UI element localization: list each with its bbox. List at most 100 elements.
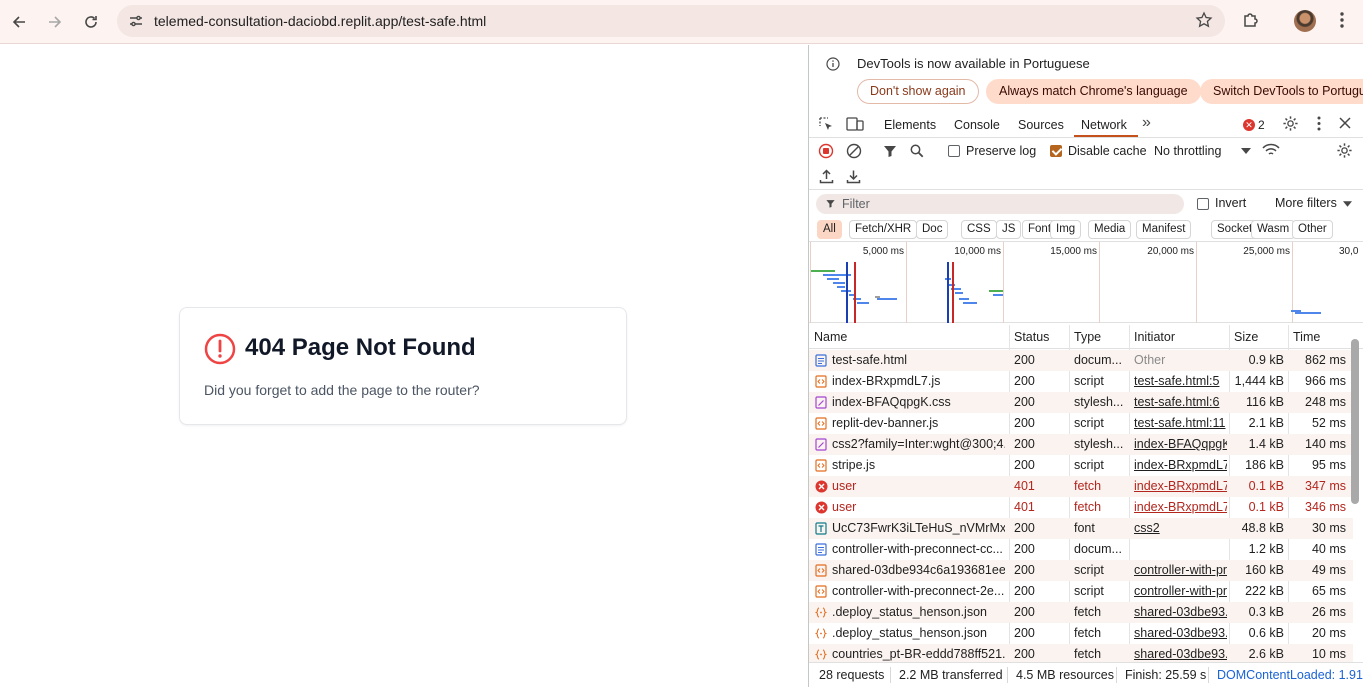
cell-name: .deploy_status_henson.json <box>832 605 987 619</box>
settings-gear-icon[interactable] <box>1282 115 1299 132</box>
fetch-icon <box>814 627 828 640</box>
filter-funnel-icon[interactable] <box>882 143 898 159</box>
arrow-right-icon <box>49 16 62 28</box>
dont-show-again-button[interactable]: Don't show again <box>857 79 979 104</box>
tab-network[interactable]: Network <box>1081 118 1127 132</box>
cell-initiator[interactable]: css2 <box>1134 521 1227 535</box>
cell-status: 200 <box>1014 605 1035 619</box>
table-row[interactable]: index-BFAQqpgK.css 200 stylesh... test-safe… <box>809 392 1353 413</box>
table-row[interactable]: UcC73FwrK3iLTeHuS_nVMrMx... 200 font css2 48… <box>809 518 1353 539</box>
filter-chip-manifest[interactable]: Manifest <box>1136 220 1192 239</box>
table-scrollbar[interactable] <box>1351 339 1359 504</box>
table-row[interactable]: .deploy_status_henson.json 200 fetch shared… <box>809 602 1353 623</box>
overview-request-bar <box>857 302 869 304</box>
network-toolbar: Preserve log Disable cache No throttling <box>809 138 1363 164</box>
column-header-initiator[interactable]: Initiator <box>1134 330 1175 344</box>
column-header-size[interactable]: Size <box>1234 330 1258 344</box>
network-conditions-icon[interactable] <box>1262 142 1280 158</box>
filter-chip-css[interactable]: CSS <box>961 220 997 239</box>
table-row[interactable]: user 401 fetch index-BRxpmdL7.j 0.1 kB 346 ms <box>809 497 1353 518</box>
column-header-status[interactable]: Status <box>1014 330 1049 344</box>
browser-toolbar: telemed-consultation-daciobd.replit.app/… <box>0 0 1363 44</box>
extensions-button[interactable] <box>1241 10 1261 35</box>
error-badge[interactable]: ✕ 2 <box>1243 118 1265 132</box>
devtools-menu-icon[interactable] <box>1312 115 1326 132</box>
filter-chip-media[interactable]: Media <box>1088 220 1132 239</box>
filter-chip-img[interactable]: Img <box>1050 220 1082 239</box>
table-row[interactable]: test-safe.html 200 docum... Other 0.9 kB 862 … <box>809 350 1353 371</box>
clear-icon[interactable] <box>846 143 862 159</box>
more-tabs-icon[interactable]: » <box>1142 114 1151 132</box>
close-devtools-icon[interactable] <box>1338 116 1352 130</box>
table-row[interactable]: index-BRxpmdL7.js 200 script test-safe.html… <box>809 371 1353 392</box>
arrow-left-icon <box>12 16 25 28</box>
overview-gridline <box>1003 242 1004 323</box>
table-row[interactable]: shared-03dbe934c6a193681ee... 200 script co… <box>809 560 1353 581</box>
import-har-icon[interactable] <box>819 169 834 184</box>
cell-name: user <box>832 479 857 493</box>
filter-chip-other[interactable]: Other <box>1292 220 1333 239</box>
cell-initiator[interactable]: test-safe.html:5 <box>1134 374 1227 388</box>
column-header-name[interactable]: Name <box>814 330 847 344</box>
table-row[interactable]: .deploy_status_henson.json 200 fetch shared… <box>809 623 1353 644</box>
filter-chip-js[interactable]: JS <box>996 220 1022 239</box>
table-row[interactable]: controller-with-preconnect-cc... 200 docum… <box>809 539 1353 560</box>
more-filters-button[interactable]: More filters <box>1275 196 1337 210</box>
bookmark-star-icon[interactable] <box>1195 11 1213 29</box>
column-header-time[interactable]: Time <box>1293 330 1320 344</box>
export-har-icon[interactable] <box>846 169 861 184</box>
filter-chip-doc[interactable]: Doc <box>916 220 949 239</box>
cell-initiator[interactable]: shared-03dbe93... <box>1134 647 1227 661</box>
chevron-down-icon[interactable] <box>1343 201 1352 207</box>
browser-menu-button[interactable] <box>1332 10 1352 35</box>
filter-chip-all[interactable]: All <box>817 220 842 239</box>
tab-console[interactable]: Console <box>954 118 1000 132</box>
filter-chip-fetchxhr[interactable]: Fetch/XHR <box>849 220 918 239</box>
reload-button[interactable] <box>79 10 103 34</box>
table-row[interactable]: countries_pt-BR-eddd788ff521... 200 fetch s… <box>809 644 1353 662</box>
cell-initiator[interactable]: controller-with-pr <box>1134 563 1227 577</box>
search-icon[interactable] <box>909 143 925 159</box>
cell-initiator[interactable]: index-BFAQqpgK.c <box>1134 437 1227 451</box>
device-toolbar-icon[interactable] <box>846 116 864 132</box>
match-language-button[interactable]: Always match Chrome's language <box>986 79 1201 104</box>
site-settings-icon[interactable] <box>127 12 145 30</box>
overview-request-bar <box>837 286 845 288</box>
cell-initiator[interactable]: shared-03dbe93... <box>1134 626 1227 640</box>
forward-button[interactable] <box>43 10 67 34</box>
throttling-select[interactable]: No throttling <box>1154 144 1221 158</box>
cell-time: 966 ms <box>1305 374 1346 388</box>
cell-initiator[interactable]: test-safe.html:6 <box>1134 395 1227 409</box>
cell-initiator[interactable]: index-BRxpmdL7.j <box>1134 500 1227 514</box>
record-stop-icon[interactable] <box>818 143 834 159</box>
table-row[interactable]: controller-with-preconnect-2e... 200 scrip… <box>809 581 1353 602</box>
cell-initiator[interactable]: shared-03dbe93... <box>1134 605 1227 619</box>
table-row[interactable]: css2?family=Inter:wght@300;4... 200 styles… <box>809 434 1353 455</box>
column-header-type[interactable]: Type <box>1074 330 1101 344</box>
tab-sources[interactable]: Sources <box>1018 118 1064 132</box>
cell-initiator[interactable]: index-BRxpmdL7.j <box>1134 458 1227 472</box>
filter-chip-wasm[interactable]: Wasm <box>1251 220 1296 239</box>
table-row[interactable]: replit-dev-banner.js 200 script test-safe.h… <box>809 413 1353 434</box>
network-settings-icon[interactable] <box>1336 142 1353 159</box>
tab-elements[interactable]: Elements <box>884 118 936 132</box>
chevron-down-icon[interactable] <box>1241 148 1251 154</box>
inspect-element-icon[interactable] <box>818 116 834 132</box>
network-overview-timeline[interactable]: 5,000 ms 10,000 ms 15,000 ms 20,000 ms 25,00… <box>809 242 1363 323</box>
cell-initiator[interactable]: controller-with-pr <box>1134 584 1227 598</box>
cell-size: 222 kB <box>1245 584 1284 598</box>
table-row[interactable]: user 401 fetch index-BRxpmdL7.j 0.1 kB 347 ms <box>809 476 1353 497</box>
filter-input[interactable]: Filter <box>816 194 1184 214</box>
table-row[interactable]: stripe.js 200 script index-BRxpmdL7.j 186 kB… <box>809 455 1353 476</box>
profile-avatar[interactable] <box>1294 10 1316 32</box>
preserve-log-checkbox[interactable] <box>948 145 960 157</box>
switch-language-button[interactable]: Switch DevTools to Portuguese <box>1200 79 1363 104</box>
disable-cache-checkbox[interactable] <box>1050 145 1062 157</box>
back-button[interactable] <box>7 10 31 34</box>
address-bar[interactable]: telemed-consultation-daciobd.replit.app/… <box>117 5 1225 37</box>
cell-initiator[interactable]: index-BRxpmdL7.j <box>1134 479 1227 493</box>
cell-name: controller-with-preconnect-2e... <box>832 584 1005 598</box>
cell-size: 1.2 kB <box>1248 542 1284 556</box>
cell-initiator[interactable]: test-safe.html:11 <box>1134 416 1227 430</box>
invert-checkbox[interactable] <box>1197 198 1209 210</box>
